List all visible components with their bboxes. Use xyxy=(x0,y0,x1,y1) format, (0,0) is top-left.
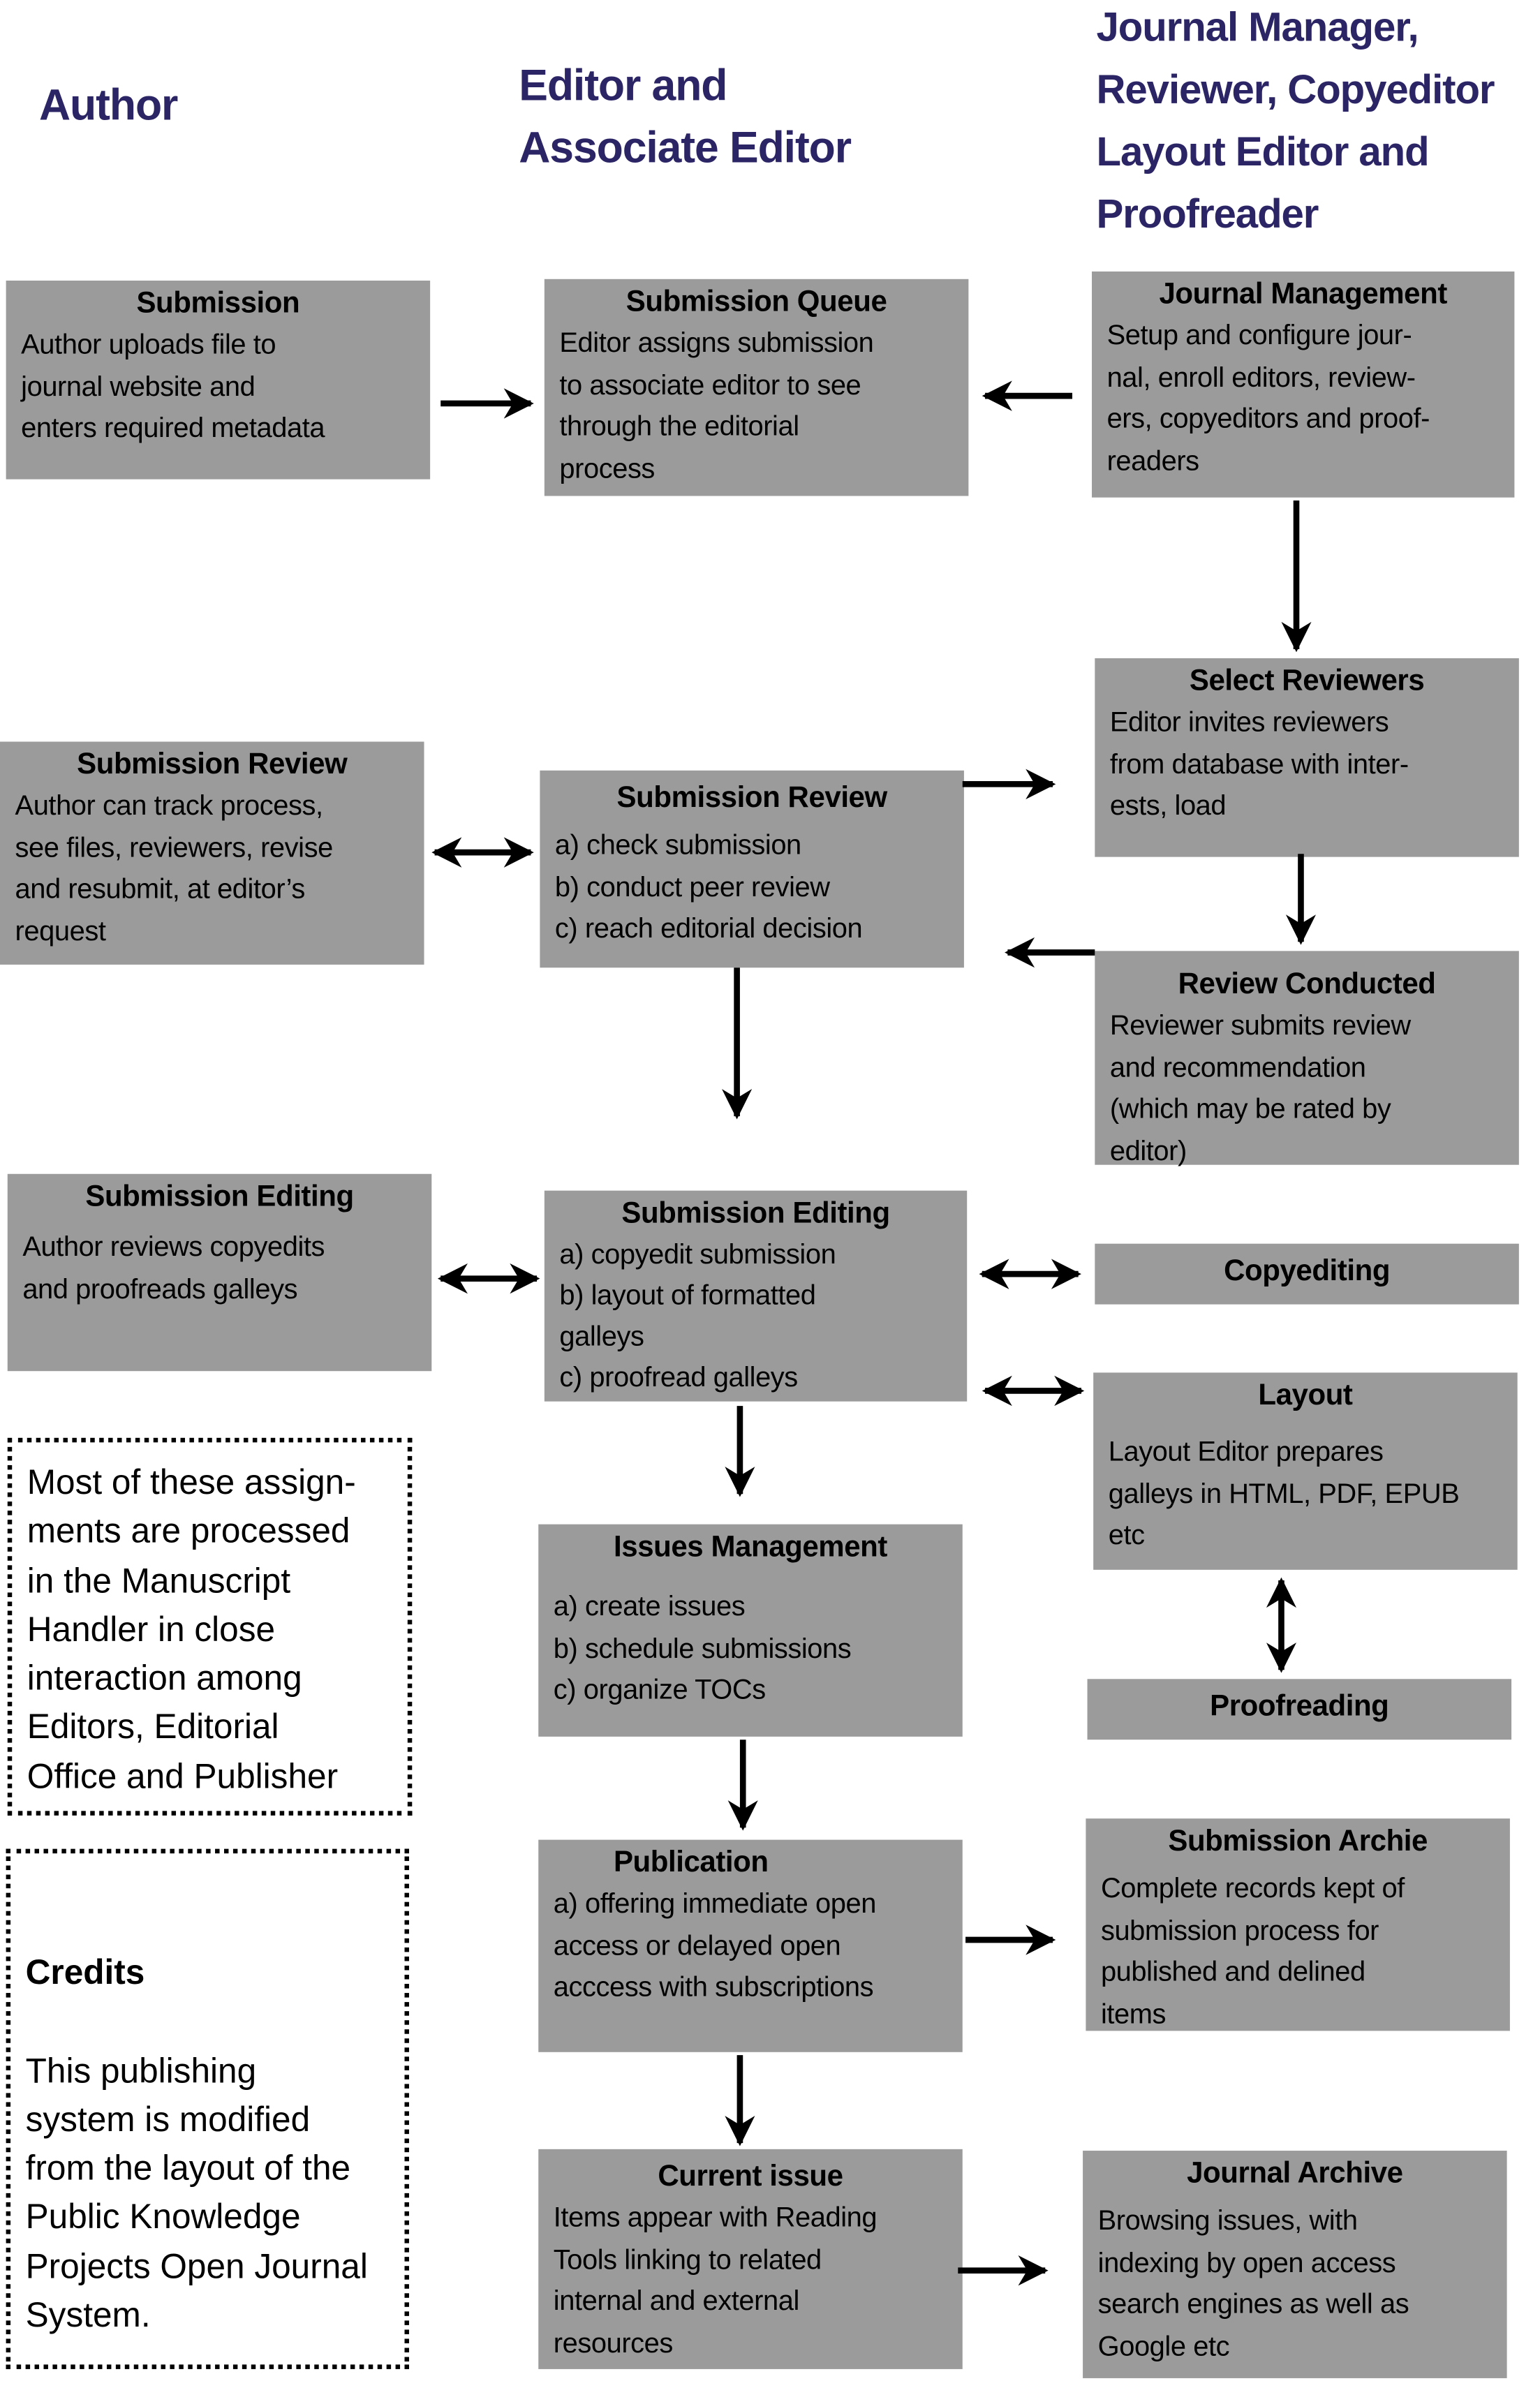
arrows-layer xyxy=(431,380,1317,2286)
